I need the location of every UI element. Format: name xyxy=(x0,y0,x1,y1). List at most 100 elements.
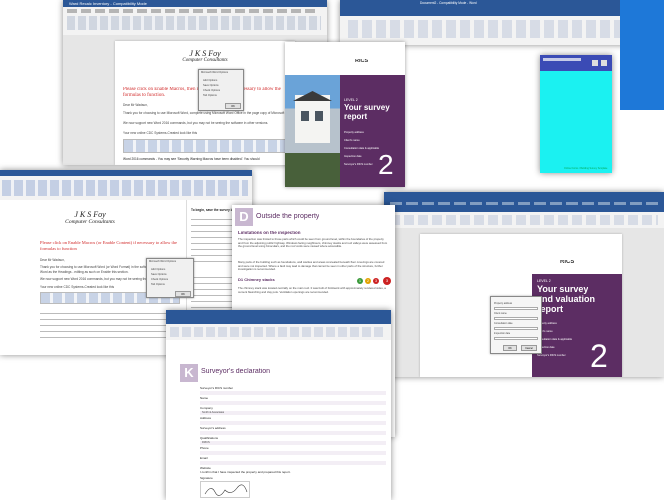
ribbon-commands[interactable] xyxy=(2,180,248,196)
dialog-item[interactable]: Save Options xyxy=(203,84,243,88)
form-label: Email xyxy=(200,456,208,460)
form-value: Smith & Associates xyxy=(202,411,225,414)
form-label: Address xyxy=(200,416,212,420)
section-badge: D xyxy=(235,208,253,226)
form-input[interactable] xyxy=(200,391,386,395)
purple-panel: LEVEL 2 Your survey report Property addr… xyxy=(340,75,405,187)
signature-scribble xyxy=(204,484,248,496)
letterhead-line1: J K S Foy xyxy=(74,210,106,219)
level-label: LEVEL 2 xyxy=(344,98,358,102)
dialog-item[interactable]: Check Options xyxy=(151,278,191,282)
field-input[interactable] xyxy=(494,307,538,310)
status-text: Online Forms / Building Survey Template xyxy=(564,167,608,170)
form-label: Name xyxy=(200,396,209,400)
form-input[interactable]: FRICS xyxy=(200,441,386,445)
macro-dialog[interactable]: Microsoft Word Options Add Options Save … xyxy=(198,69,244,111)
form-window-cyan[interactable]: Online Forms / Building Survey Template xyxy=(540,55,612,173)
dialog-ok-button[interactable]: OK xyxy=(175,291,191,297)
form-input[interactable]: Smith & Associates xyxy=(200,411,386,415)
ribbon-commands[interactable] xyxy=(166,324,391,340)
ribbon-commands[interactable] xyxy=(340,16,645,45)
window-button[interactable] xyxy=(592,60,598,66)
word-window-background[interactable]: Document2 - Compatibility Mode - Word xyxy=(340,0,645,45)
ribbon-commands[interactable] xyxy=(67,16,321,30)
cancel-button[interactable]: Cancel xyxy=(521,345,537,351)
letterhead-line2: Computer Consultants xyxy=(65,219,115,225)
title-line: Your survey xyxy=(537,284,589,294)
doc-page[interactable]: RICS LEVEL 2 Your survey and valuation r… xyxy=(420,234,622,377)
field-input[interactable] xyxy=(494,327,538,330)
signature-area: I confirm that I have inspected the prop… xyxy=(200,470,386,500)
big-number: 2 xyxy=(590,338,608,374)
dialog-ok-button[interactable]: OK xyxy=(225,103,241,109)
title-line: and valuation xyxy=(537,294,596,304)
field-label: Property address xyxy=(494,302,513,305)
condition-ratings: 1 2 3 3 xyxy=(357,277,391,285)
ribbon xyxy=(0,170,252,200)
dialog-item[interactable]: Check Options xyxy=(203,89,243,93)
body-line-3: Your new online CDC Systems-Created look… xyxy=(123,131,198,135)
signature-box[interactable] xyxy=(200,481,250,498)
form-input[interactable] xyxy=(200,461,386,465)
form-label: Qualifications xyxy=(200,436,219,440)
ribbon-commands[interactable] xyxy=(384,212,664,228)
form-input[interactable] xyxy=(200,431,386,435)
window-title: Document2 - Compatibility Mode - Word xyxy=(420,1,477,5)
ribbon: Ward Recalc Inventory - Compatibility Mo… xyxy=(63,0,327,35)
dialog-item[interactable]: Add Options xyxy=(151,268,191,272)
ribbon xyxy=(384,192,664,212)
field-label: Client name xyxy=(494,312,507,315)
dialog-item[interactable]: Add Options xyxy=(203,79,243,83)
macro-dialog[interactable]: Microsoft Word Options Add Options Save … xyxy=(146,258,194,298)
form-value: FRICS xyxy=(202,441,210,444)
footer-text: Word 2016 commands - You may see 'Securi… xyxy=(123,157,260,161)
menu-item: Inspection date xyxy=(344,155,362,158)
form-input[interactable] xyxy=(200,401,386,405)
field-input[interactable] xyxy=(494,317,538,320)
window-button[interactable] xyxy=(601,60,607,66)
form-label: Phone xyxy=(200,446,209,450)
field-label: Consultation date xyxy=(494,322,513,325)
form-input[interactable] xyxy=(200,451,386,455)
page-title: Outside the property xyxy=(256,213,320,220)
section-badge: K xyxy=(180,364,198,382)
menu-item: Surveyor's RICS number xyxy=(537,354,566,357)
letterhead-line1: J K S Foy xyxy=(189,49,221,58)
field-label: Inspection date xyxy=(494,332,511,335)
field-input[interactable] xyxy=(494,337,538,340)
macro-heading: Please click on Enable Macros (or Enable… xyxy=(40,240,177,251)
title-text-bar xyxy=(543,58,581,61)
rics-logo: RICS xyxy=(355,59,369,64)
details-dialog[interactable]: Property address Client name Consultatio… xyxy=(490,296,542,354)
toolbar-image xyxy=(123,139,289,153)
ribbon xyxy=(166,310,391,324)
word-window-valuation-cover[interactable]: RICS LEVEL 2 Your survey and valuation r… xyxy=(384,192,664,377)
form-label: Surveyor's address xyxy=(200,426,226,430)
menu-item: Consultation date & applicable xyxy=(344,147,380,150)
text-lines xyxy=(40,310,180,340)
dialog-item[interactable]: Save Options xyxy=(151,273,191,277)
form-label: Company xyxy=(200,406,213,410)
doc-canvas: RICS LEVEL 2 Your survey and valuation r… xyxy=(384,228,664,377)
ribbon-tabs[interactable] xyxy=(67,9,317,13)
ok-button[interactable]: OK xyxy=(503,345,517,351)
body-line-2: We now support new Word 2016 commands, b… xyxy=(123,121,269,125)
house-photo xyxy=(285,75,340,187)
menu-item: Client's name xyxy=(344,139,360,142)
rics-logo: RICS xyxy=(560,260,575,265)
paragraph-1: The inspection was limited to those part… xyxy=(238,238,388,249)
window-title: Ward Recalc Inventory - Compatibility Mo… xyxy=(69,1,147,6)
title-line: report xyxy=(344,112,368,121)
big-number: 2 xyxy=(378,149,394,180)
dialog-title: Microsoft Word Options xyxy=(149,260,177,263)
dialog-item[interactable]: Tab Options xyxy=(203,94,243,98)
form-input[interactable] xyxy=(200,421,386,425)
dialog-item[interactable]: Tab Options xyxy=(151,283,191,287)
word-window-survey-cover[interactable]: RICS LEVEL 2 Your survey report Property… xyxy=(285,42,405,187)
form-label: Surveyor's RICS number xyxy=(200,386,234,390)
signature-label: Signature xyxy=(200,476,213,480)
desktop-wallpaper xyxy=(620,0,664,110)
menu-item: Consultation date & applicable xyxy=(537,338,573,341)
section-subtitle: Limitations on the inspection xyxy=(238,231,301,235)
page-title: Surveyor's declaration xyxy=(201,368,271,375)
